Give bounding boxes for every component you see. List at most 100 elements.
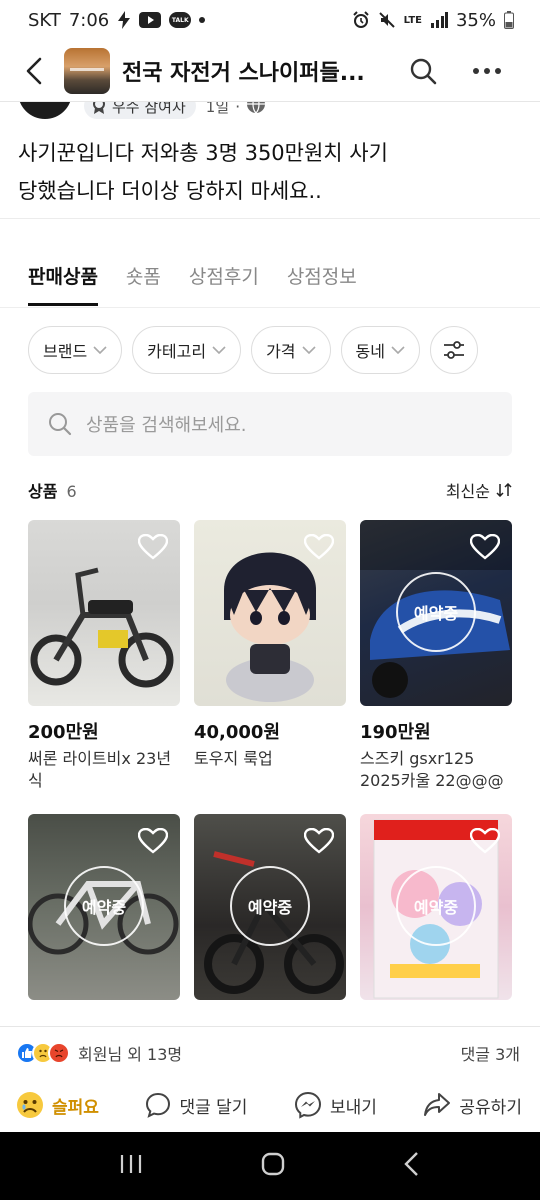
post-line-1: 사기꾼입니다 저와총 3명 350만원치 사기	[18, 141, 388, 165]
sad-face-icon	[17, 1092, 43, 1118]
product-search-input[interactable]: 상품을 검색해보세요.	[28, 392, 512, 456]
filter-settings-button[interactable]	[429, 326, 478, 374]
filter-neighborhood-label: 동네	[355, 342, 385, 361]
filter-brand-label: 브랜드	[43, 342, 88, 361]
status-bar: SKT 7:06 TALK LTE 35%	[0, 0, 540, 40]
product-count-row: 상품 6 최신순	[28, 478, 512, 502]
heart-icon[interactable]	[138, 828, 168, 854]
share-label: 공유하기	[459, 1097, 522, 1118]
action-bar: 슬퍼요 댓글 달기 보내기 공유하기	[0, 1078, 540, 1132]
search-button[interactable]	[401, 49, 445, 93]
messenger-icon	[294, 1091, 321, 1119]
filter-category[interactable]: 카테고리	[132, 326, 242, 374]
heart-icon[interactable]	[304, 828, 334, 854]
signal-icon	[430, 12, 448, 28]
embed-divider	[0, 218, 540, 219]
alarm-icon	[352, 11, 370, 29]
filter-neighborhood[interactable]: 동네	[340, 326, 420, 374]
tab-reviews[interactable]: 상점후기	[189, 262, 259, 306]
sad-label: 슬퍼요	[52, 1097, 99, 1118]
system-back-button[interactable]	[403, 1151, 421, 1181]
more-button[interactable]	[465, 49, 509, 93]
battery-icon	[504, 11, 514, 29]
heart-icon[interactable]	[470, 828, 500, 854]
product-image[interactable]: 예약중	[360, 520, 512, 706]
heart-icon[interactable]	[138, 534, 168, 560]
post-body: 사기꾼입니다 저와총 3명 350만원치 사기 당했습니다 더이상 당하지 마세…	[18, 134, 522, 210]
reserved-overlay: 예약중	[64, 866, 144, 946]
bolt-icon	[117, 11, 131, 29]
reserved-overlay: 예약중	[230, 866, 310, 946]
search-icon	[49, 413, 72, 436]
search-placeholder: 상품을 검색해보세요.	[86, 415, 247, 436]
product-price: 190만원	[360, 722, 431, 743]
home-button[interactable]	[260, 1151, 286, 1181]
product-card[interactable]: 예약중 190만원 스즈키 gsxr125 2025카울 22@@@	[360, 520, 512, 792]
chevron-down-icon	[301, 346, 316, 354]
product-card[interactable]: 예약중	[194, 814, 346, 1012]
sort-arrows-icon	[496, 483, 512, 497]
reserved-overlay: 예약중	[396, 572, 476, 652]
back-arrow-icon	[26, 57, 42, 84]
chevron-down-icon	[391, 346, 405, 354]
sort-button[interactable]: 최신순	[446, 478, 512, 502]
sliders-icon	[443, 341, 464, 359]
back-button[interactable]	[14, 51, 54, 91]
kakaotalk-icon: TALK	[169, 12, 192, 28]
product-card[interactable]: 예약중	[28, 814, 180, 1012]
group-title[interactable]: 전국 자전거 스나이퍼들...	[122, 55, 387, 87]
clock: 7:06	[68, 9, 110, 31]
product-title: 써론 라이트비x 23년식	[28, 749, 172, 790]
filter-category-label: 카테고리	[147, 342, 207, 361]
tab-products[interactable]: 판매상품	[28, 262, 98, 306]
product-card[interactable]: 40,000원 토우지 룩업	[194, 520, 346, 792]
recents-icon	[120, 1155, 141, 1173]
group-thumbnail[interactable]	[64, 47, 110, 94]
chevron-down-icon	[212, 346, 226, 354]
sort-label: 최신순	[445, 482, 490, 501]
product-count: 6	[66, 482, 77, 501]
reactions-label: 회원님 외 13명	[78, 1044, 183, 1064]
product-image[interactable]: 예약중	[194, 814, 346, 1000]
comment-count[interactable]: 댓글 3개	[461, 1041, 520, 1065]
filter-price[interactable]: 가격	[251, 326, 331, 374]
product-image[interactable]: 예약중	[28, 814, 180, 1000]
heart-icon[interactable]	[304, 534, 334, 560]
search-icon	[410, 58, 437, 84]
more-dots-icon	[473, 67, 501, 74]
product-image[interactable]	[28, 520, 180, 706]
angry-reaction-icon	[48, 1041, 70, 1064]
share-arrow-icon	[424, 1093, 451, 1116]
product-card[interactable]: 200만원 써론 라이트비x 23년식	[28, 520, 180, 792]
tab-shorts[interactable]: 숏폼	[126, 262, 161, 306]
product-image[interactable]	[194, 520, 346, 706]
comment-label: 댓글 달기	[179, 1097, 248, 1118]
mute-icon	[378, 11, 396, 29]
share-button[interactable]: 공유하기	[423, 1092, 522, 1118]
speech-bubble-icon	[146, 1092, 171, 1118]
home-icon	[261, 1152, 285, 1176]
reactions-summary: 회원님 외 13명 댓글 3개	[0, 1026, 540, 1078]
product-card[interactable]: 예약중	[360, 814, 512, 1012]
send-button[interactable]: 보내기	[294, 1091, 377, 1119]
tab-shop-info[interactable]: 상점정보	[287, 262, 357, 306]
comment-button[interactable]: 댓글 달기	[145, 1092, 247, 1118]
recents-button[interactable]	[119, 1153, 143, 1179]
reactions-button[interactable]: 회원님 외 13명	[16, 1041, 182, 1065]
battery-percent: 35%	[455, 9, 496, 31]
youtube-icon	[139, 12, 162, 28]
notification-dot-icon	[199, 17, 206, 23]
chevron-down-icon	[93, 346, 107, 354]
sad-reaction-button[interactable]: 슬퍼요	[16, 1091, 99, 1119]
send-label: 보내기	[329, 1097, 377, 1118]
reserved-overlay: 예약중	[396, 866, 476, 946]
system-nav-bar	[0, 1132, 540, 1200]
heart-icon[interactable]	[470, 534, 500, 560]
tabs-divider	[0, 307, 540, 308]
product-grid: 200만원 써론 라이트비x 23년식 40,000원 토우지 룩업 예약중 1…	[28, 520, 512, 1012]
product-price: 40,000원	[194, 722, 281, 743]
product-image[interactable]: 예약중	[360, 814, 512, 1000]
product-price: 200만원	[28, 722, 99, 743]
chevron-left-icon	[404, 1152, 419, 1176]
filter-brand[interactable]: 브랜드	[28, 326, 123, 374]
